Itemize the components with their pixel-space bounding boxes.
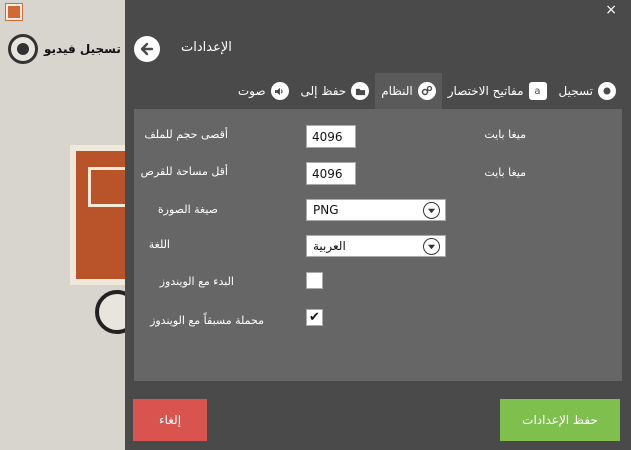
- arrow-left-icon: [140, 42, 154, 56]
- tab-system-label: النظام: [381, 84, 413, 98]
- language-select[interactable]: العربية: [306, 235, 446, 257]
- max-file-size-unit: ميغا بايت: [484, 128, 526, 141]
- record-radio-icon[interactable]: [8, 34, 38, 64]
- tab-record[interactable]: تسجيل: [553, 73, 623, 109]
- max-file-size-input[interactable]: [306, 125, 356, 148]
- frame-icon: [88, 167, 128, 207]
- save-settings-button[interactable]: حفظ الإعدادات: [500, 399, 620, 441]
- record-video-option[interactable]: تسجيل فيديو: [8, 34, 121, 64]
- chevron-down-icon[interactable]: [423, 238, 440, 255]
- gears-icon: [417, 82, 436, 100]
- speaker-icon: [270, 82, 289, 100]
- tab-save-to-label: حفظ إلى: [300, 84, 347, 98]
- max-file-size-label: أقصى حجم للملف: [144, 128, 228, 141]
- start-with-windows-checkbox[interactable]: [306, 272, 323, 289]
- min-disk-space-label: أقل مساحة للقرص: [140, 165, 228, 178]
- min-disk-space-input[interactable]: [306, 162, 356, 185]
- record-video-label: تسجيل فيديو: [44, 42, 121, 56]
- language-value: العربية: [313, 239, 346, 253]
- tab-hotkeys[interactable]: a مفاتيح الاختصار: [442, 73, 553, 109]
- tab-save-to[interactable]: حفظ إلى: [295, 73, 376, 109]
- back-button[interactable]: [134, 36, 160, 62]
- checkmark-icon: ✔: [309, 310, 320, 325]
- image-format-select[interactable]: PNG: [306, 199, 446, 221]
- settings-panel: × الإعدادات تسجيل a مفاتيح الاختصار النظ…: [125, 0, 631, 450]
- chevron-down-icon[interactable]: [423, 202, 440, 219]
- image-format-label: صيغة الصورة: [157, 203, 218, 216]
- settings-tabs: تسجيل a مفاتيح الاختصار النظام حفظ إلى ص…: [134, 73, 622, 109]
- tab-audio[interactable]: صوت: [232, 73, 295, 109]
- tab-system[interactable]: النظام: [375, 73, 442, 109]
- system-settings-content: ميغا بايت أقصى حجم للملف ميغا بايت أقل م…: [134, 109, 622, 381]
- page-title: الإعدادات: [181, 40, 232, 55]
- start-with-windows-label: البدء مع الويندوز: [159, 275, 234, 288]
- keyboard-icon: a: [528, 82, 547, 100]
- image-format-value: PNG: [313, 203, 339, 217]
- language-label: اللغة: [148, 238, 170, 251]
- close-icon[interactable]: ×: [605, 2, 617, 18]
- preload-with-windows-label: محملة مسبقاً مع الويندوز: [150, 314, 264, 327]
- folder-icon: [351, 82, 370, 100]
- cancel-button[interactable]: إلغاء: [133, 399, 207, 441]
- tab-record-label: تسجيل: [558, 84, 594, 98]
- app-logo-icon: [5, 3, 23, 21]
- record-icon: [598, 82, 616, 100]
- tab-audio-label: صوت: [237, 84, 266, 98]
- min-disk-space-unit: ميغا بايت: [484, 166, 526, 179]
- preload-with-windows-checkbox[interactable]: ✔: [306, 309, 323, 326]
- tab-hotkeys-label: مفاتيح الاختصار: [447, 84, 524, 98]
